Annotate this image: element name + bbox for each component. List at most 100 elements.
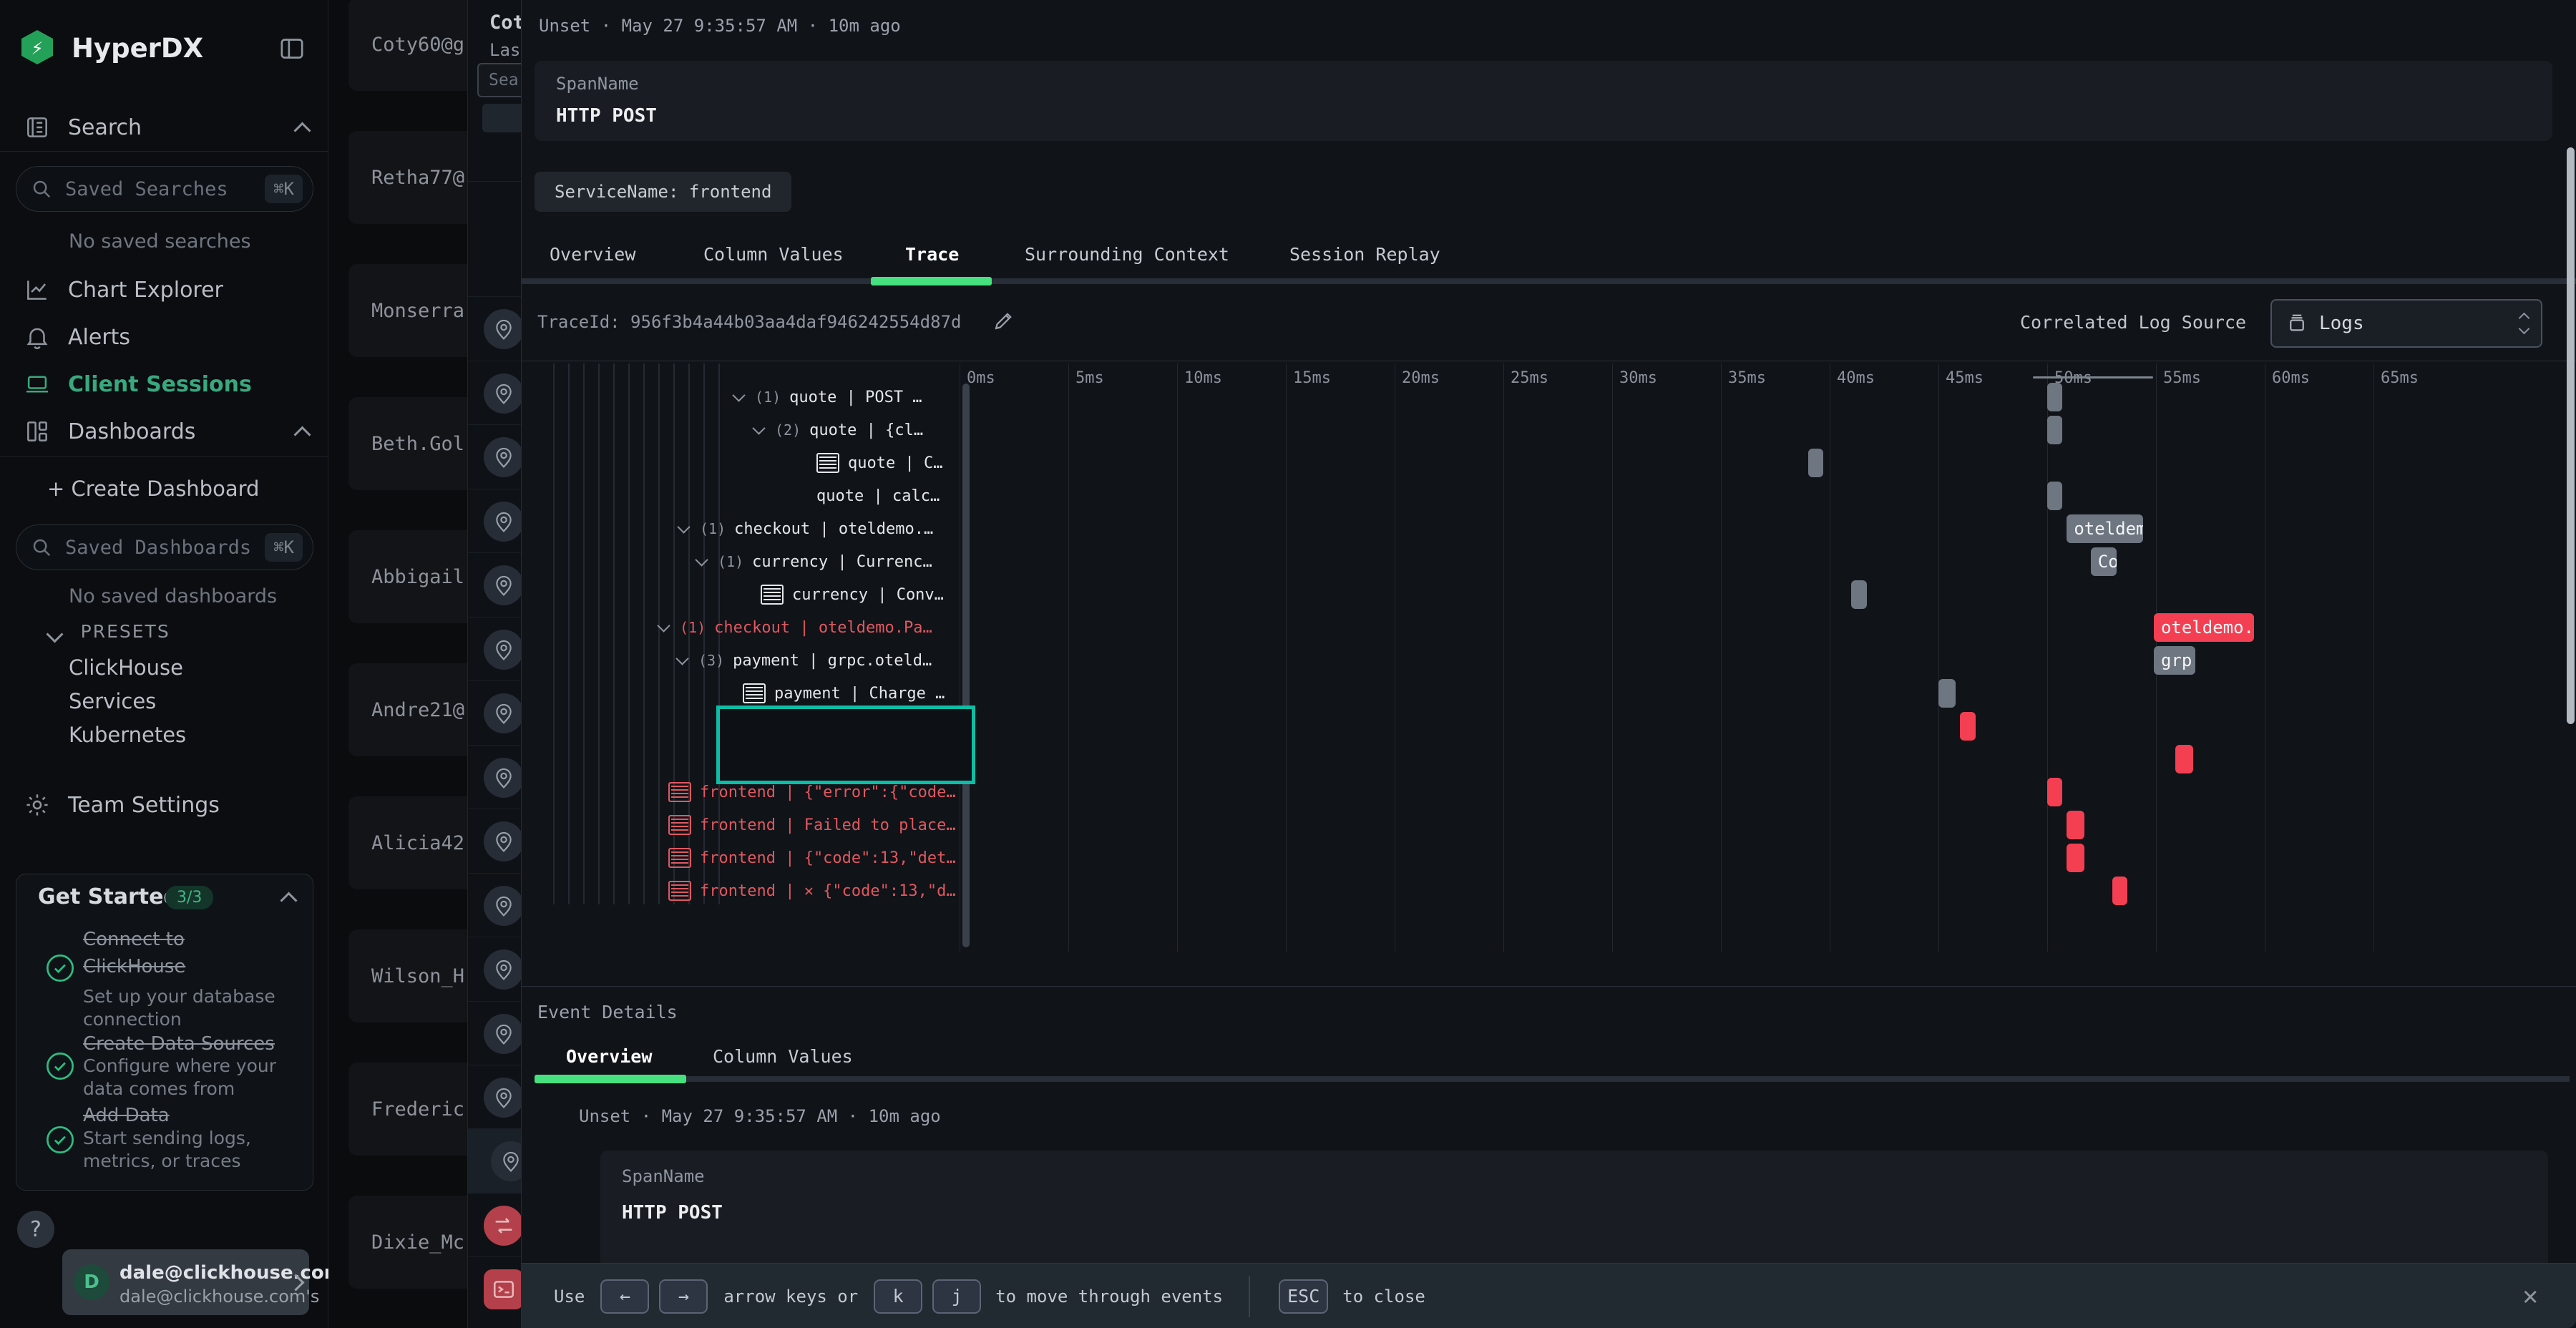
session-event-row[interactable]: [468, 1065, 522, 1130]
sidebar-item-dashboards[interactable]: Dashboards: [0, 411, 328, 451]
session-event-row-selected[interactable]: [468, 1128, 522, 1193]
span-duration-bar[interactable]: [1808, 449, 1823, 477]
session-event-row[interactable]: [468, 489, 522, 554]
trace-tree-row[interactable]: (1)checkout | oteldemo.…: [679, 512, 933, 545]
span-duration-bar[interactable]: [2047, 482, 2062, 510]
sidebar-item-client-sessions[interactable]: Client Sessions: [0, 364, 328, 404]
sidebar-item-team-settings[interactable]: Team Settings: [0, 785, 328, 825]
session-card[interactable]: Retha77@: [348, 131, 467, 224]
chevron-down-icon[interactable]: [677, 520, 690, 533]
span-duration-bar[interactable]: oteldemo.: [2067, 514, 2142, 543]
location-pin-icon: [484, 309, 522, 349]
session-event-row[interactable]: [468, 552, 522, 617]
tree-scrollbar[interactable]: [962, 384, 970, 947]
span-duration-bar[interactable]: [2067, 844, 2084, 872]
span-duration-bar[interactable]: grp: [2154, 646, 2195, 675]
sidebar-item-kubernetes[interactable]: Kubernetes: [69, 723, 186, 747]
k-key: k: [874, 1279, 922, 1314]
trace-tree-row[interactable]: quote | calc…: [816, 479, 940, 512]
session-card[interactable]: Andre21@: [348, 663, 467, 756]
trace-tree-row[interactable]: quote | C…: [816, 446, 942, 479]
session-card[interactable]: Monserra: [348, 264, 467, 357]
event-span-name-panel: SpanName HTTP POST: [600, 1151, 2548, 1263]
span-duration-bar[interactable]: [2047, 383, 2062, 411]
indent-guide: [583, 363, 585, 904]
location-pin-icon: [484, 1078, 522, 1118]
session-event-row[interactable]: [468, 424, 522, 489]
saved-searches-input[interactable]: Saved Searches ⌘K: [16, 166, 313, 212]
event-tab-overview[interactable]: Overview: [566, 1046, 652, 1067]
span-duration-bar[interactable]: [1851, 580, 1866, 609]
span-duration-bar[interactable]: Co: [2091, 547, 2117, 576]
location-pin-icon: [484, 565, 522, 605]
session-event-row[interactable]: [468, 1193, 522, 1258]
span-duration-bar[interactable]: [2067, 811, 2084, 839]
session-event-row[interactable]: [468, 1001, 522, 1066]
span-duration-bar[interactable]: [1938, 679, 1956, 708]
presets-toggle[interactable]: PRESETS: [49, 624, 170, 645]
session-event-row[interactable]: [468, 361, 522, 426]
help-button[interactable]: ?: [17, 1211, 54, 1248]
sidebar-item-search[interactable]: Search: [0, 107, 328, 147]
session-card[interactable]: Dixie_Mc: [348, 1196, 467, 1289]
session-card[interactable]: Abbigail: [348, 530, 467, 623]
span-duration-bar[interactable]: [2047, 778, 2062, 806]
location-pin-icon: [491, 1141, 522, 1181]
chevron-down-icon[interactable]: [657, 619, 670, 632]
session-search-input[interactable]: Sea: [477, 63, 522, 97]
trace-tree-row[interactable]: (2)quote | {cl…: [754, 414, 923, 446]
trace-tree-row[interactable]: frontend | {"code":13,"det…: [668, 841, 956, 874]
sidebar-item-alerts[interactable]: Alerts: [0, 317, 328, 357]
chevron-down-icon[interactable]: [695, 553, 708, 566]
create-dashboard-button[interactable]: + Create Dashboard: [47, 477, 259, 501]
chevron-down-icon[interactable]: [675, 652, 688, 665]
collapse-sidebar-icon[interactable]: [278, 34, 306, 63]
span-duration-bar[interactable]: [1960, 712, 1975, 741]
session-card[interactable]: Wilson_H: [348, 929, 467, 1022]
sidebar-item-services[interactable]: Services: [69, 689, 156, 713]
trace-tree-row[interactable]: frontend | Failed to place…: [668, 809, 956, 841]
trace-tree-row[interactable]: frontend | ✕ {"code":13,"d…: [668, 874, 956, 907]
check-circle-icon: [44, 1123, 77, 1156]
footer-move-text: to move through events: [995, 1286, 1223, 1307]
sidebar-item-chart-explorer[interactable]: Chart Explorer: [0, 270, 328, 310]
session-button[interactable]: [482, 104, 522, 132]
session-card[interactable]: Frederic: [348, 1063, 467, 1156]
saved-dashboards-input[interactable]: Saved Dashboards ⌘K: [16, 524, 313, 570]
trace-tree-row[interactable]: (1)checkout | oteldemo.Pa…: [659, 611, 932, 644]
event-tab-column-values[interactable]: Column Values: [713, 1046, 853, 1067]
trace-tree-row[interactable]: (1)quote | POST …: [734, 381, 922, 414]
span-duration-bar[interactable]: [2175, 745, 2192, 773]
session-event-row[interactable]: [468, 296, 522, 361]
trace-tree-row[interactable]: (3)payment | grpc.oteld…: [678, 644, 932, 677]
session-card[interactable]: Alicia42: [348, 796, 467, 889]
session-event-row[interactable]: [468, 873, 522, 938]
child-count: (1): [680, 619, 706, 636]
trace-tree-row[interactable]: (1)currency | Currenc…: [697, 545, 932, 578]
session-event-row[interactable]: [468, 1256, 522, 1322]
chevron-down-icon[interactable]: [732, 389, 745, 401]
session-event-row[interactable]: [468, 745, 522, 810]
session-user-email: Andre21@: [371, 699, 464, 721]
modal-scrollbar[interactable]: [2567, 147, 2575, 724]
chevron-up-icon[interactable]: [280, 892, 297, 909]
close-icon[interactable]: ✕: [2522, 1281, 2538, 1311]
user-account-chip[interactable]: D dale@clickhouse.com dale@clickhouse.co…: [62, 1249, 309, 1315]
span-duration-bar[interactable]: [2047, 416, 2062, 444]
session-card[interactable]: Coty60@g: [348, 0, 467, 91]
session-event-row[interactable]: [468, 809, 522, 874]
span-duration-bar[interactable]: oteldemo.: [2154, 613, 2254, 642]
check-circle-icon: [44, 1050, 77, 1083]
session-event-row[interactable]: [468, 680, 522, 746]
span-label: quote | {cl…: [809, 421, 923, 439]
log-event-icon: [761, 585, 784, 605]
session-event-row[interactable]: [468, 937, 522, 1002]
terminal-icon: [484, 1269, 522, 1309]
chevron-down-icon[interactable]: [752, 421, 765, 434]
trace-tree-row[interactable]: currency | Conv…: [761, 578, 944, 611]
session-user-email: Dixie_Mc: [371, 1231, 464, 1254]
span-duration-bar[interactable]: [2112, 877, 2127, 905]
session-event-row[interactable]: [468, 617, 522, 682]
session-card[interactable]: Beth.Gol: [348, 397, 467, 490]
sidebar-item-clickhouse[interactable]: ClickHouse: [69, 655, 183, 680]
